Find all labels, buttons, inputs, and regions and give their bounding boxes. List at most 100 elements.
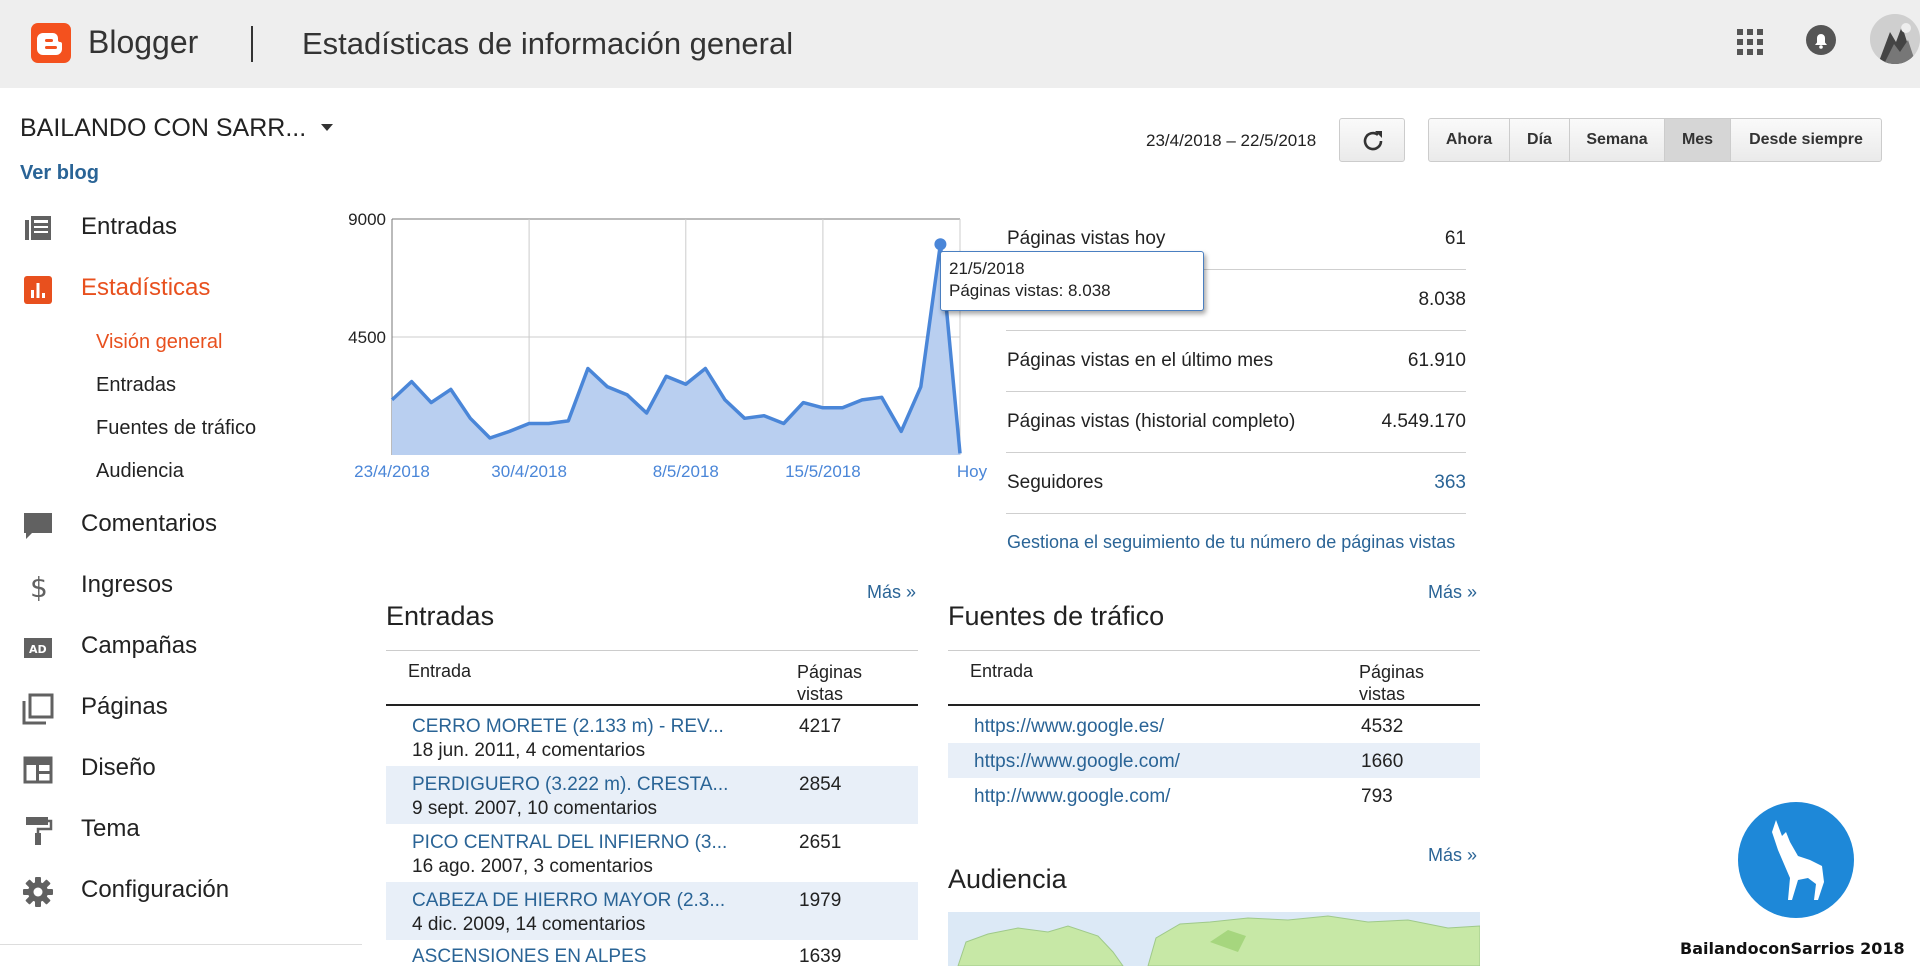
entry-meta: 9 sept. 2007, 10 comentarios	[412, 798, 658, 819]
stat-value: 61.910	[1407, 350, 1466, 371]
entry-title-link[interactable]: CERRO MORETE (2.133 m) - REV...	[412, 716, 724, 738]
sidebar-item-paginas[interactable]: Páginas	[0, 685, 360, 729]
subnav-entradas[interactable]: Entradas	[96, 374, 176, 397]
table-row: PICO CENTRAL DEL INFIERNO (3... 16 ago. …	[386, 824, 918, 882]
comments-icon	[24, 513, 52, 539]
entries-more-link[interactable]: Más »	[867, 582, 916, 603]
table-row: CABEZA DE HIERRO MAYOR (2.3... 4 dic. 20…	[386, 882, 918, 940]
sidebar-item-label: Campañas	[81, 632, 198, 659]
sidebar-item-estadisticas[interactable]: Estadísticas	[0, 266, 360, 310]
range-button-semana[interactable]: Semana	[1569, 118, 1665, 162]
sidebar-item-label: Tema	[81, 815, 140, 842]
sidebar-item-label: Páginas	[81, 693, 168, 720]
watermark-text: BailandoconSarrios 2018	[1680, 939, 1905, 958]
entry-meta: 16 ago. 2007, 3 comentarios	[412, 856, 653, 877]
stat-value: 61	[1444, 228, 1466, 249]
range-button-desde-siempre[interactable]: Desde siempre	[1730, 118, 1882, 162]
column-header-entry: Entrada	[408, 661, 472, 681]
sidebar-item-label: Estadísticas	[81, 274, 211, 301]
subnav-audiencia[interactable]: Audiencia	[96, 460, 184, 483]
entry-views: 2854	[799, 774, 842, 795]
traffic-source-link[interactable]: http://www.google.com/	[974, 786, 1170, 808]
range-button-ahora[interactable]: Ahora	[1428, 118, 1510, 162]
chart-x-tick-label: 30/4/2018	[491, 462, 567, 481]
audience-section-title: Audiencia	[948, 864, 1067, 894]
sidebar-item-configuracion[interactable]: Configuración	[0, 868, 360, 912]
range-button-dia[interactable]: Día	[1509, 118, 1570, 162]
blog-selector[interactable]: BAILANDO CON SARR...	[20, 114, 306, 143]
table-row: ASCENSIONES EN ALPES 1639	[386, 940, 918, 966]
svg-text:AD: AD	[29, 643, 47, 656]
view-blog-link[interactable]: Ver blog	[20, 162, 99, 185]
traffic-section-title: Fuentes de tráfico	[948, 601, 1165, 631]
manage-pageviews-link[interactable]: Gestiona el seguimiento de tu número de …	[1007, 532, 1455, 553]
refresh-button[interactable]	[1339, 118, 1405, 162]
traffic-source-link[interactable]: https://www.google.com/	[974, 751, 1180, 773]
column-header-views: Páginas vistas	[1359, 662, 1425, 704]
layout-icon	[23, 756, 53, 784]
posts-icon	[25, 216, 51, 240]
stat-value: 4.549.170	[1381, 411, 1466, 432]
sidebar-item-campanas[interactable]: AD Campañas	[0, 624, 360, 668]
traffic-source-link[interactable]: https://www.google.es/	[974, 716, 1164, 738]
entry-title-link[interactable]: ASCENSIONES EN ALPES	[412, 946, 646, 966]
brand-name: Blogger	[88, 24, 199, 60]
date-range-label: 23/4/2018 – 22/5/2018	[1146, 131, 1317, 150]
pageviews-chart[interactable]: 9000 4500 23/4/2018 30/4/2018 8/5/2018 15/5/2…	[340, 210, 990, 490]
sidebar-divider	[0, 944, 362, 945]
sidebar-item-label: Configuración	[81, 876, 230, 903]
apps-grid-icon[interactable]	[1735, 27, 1765, 57]
sidebar-item-tema[interactable]: Tema	[0, 807, 360, 851]
subnav-vision-general[interactable]: Visión general	[96, 331, 222, 354]
entry-views: 2651	[799, 832, 842, 853]
stat-last-month: Páginas vistas en el último mes 61.910	[1006, 332, 1466, 392]
traffic-table-header: Entrada Páginas vistas	[948, 650, 1480, 706]
sidebar-item-diseno[interactable]: Diseño	[0, 746, 360, 790]
chart-x-tick-label: 23/4/2018	[354, 462, 430, 481]
notifications-bell-icon[interactable]	[1805, 24, 1837, 56]
svg-text:$: $	[30, 571, 48, 603]
entry-meta: 18 jun. 2011, 4 comentarios	[412, 740, 646, 761]
entry-views: 1979	[799, 890, 842, 911]
stat-label: Páginas vistas en el último mes	[1007, 350, 1274, 371]
audience-more-link[interactable]: Más »	[1428, 845, 1477, 866]
table-row: https://www.google.com/ 1660	[948, 743, 1480, 778]
column-header-source: Entrada	[970, 661, 1034, 681]
followers-count-link[interactable]: 363	[1434, 472, 1466, 494]
sidebar-item-label: Ingresos	[81, 571, 174, 598]
sidebar-item-entradas[interactable]: Entradas	[0, 205, 360, 249]
page-title: Estadísticas de información general	[302, 26, 794, 61]
watermark-chamois-logo	[1738, 802, 1854, 918]
entries-table: Entrada Páginas vistas CERRO MORETE (2.1…	[386, 650, 918, 966]
entry-views: 4217	[799, 716, 842, 737]
range-button-mes[interactable]: Mes	[1664, 118, 1731, 162]
stat-value: 8.038	[1418, 289, 1466, 310]
chart-y-tick-label: 9000	[348, 210, 386, 229]
subnav-fuentes-trafico[interactable]: Fuentes de tráfico	[96, 417, 256, 440]
sidebar-item-label: Comentarios	[81, 510, 218, 537]
stats-icon	[24, 276, 52, 304]
stat-label: Páginas vistas hoy	[1007, 228, 1166, 249]
stat-label: Seguidores	[1007, 472, 1104, 493]
traffic-more-link[interactable]: Más »	[1428, 582, 1477, 603]
table-row: https://www.google.es/ 4532	[948, 708, 1480, 743]
blogger-logo-icon[interactable]	[31, 23, 71, 63]
chart-x-tick-label: 15/5/2018	[785, 462, 861, 481]
entry-title-link[interactable]: CABEZA DE HIERRO MAYOR (2.3...	[412, 890, 725, 912]
entries-table-header: Entrada Páginas vistas	[386, 650, 918, 706]
entry-title-link[interactable]: PERDIGUERO (3.222 m). CRESTA...	[412, 774, 728, 796]
user-avatar[interactable]	[1870, 14, 1920, 64]
traffic-views: 793	[1361, 786, 1393, 807]
traffic-table: Entrada Páginas vistas https://www.googl…	[948, 650, 1480, 820]
sidebar-item-ingresos[interactable]: $ Ingresos	[0, 563, 360, 607]
audience-world-map[interactable]	[948, 912, 1480, 966]
entry-views: 1639	[799, 946, 842, 966]
chart-x-tick-label: 8/5/2018	[653, 462, 719, 481]
chart-tooltip: 21/5/2018 Páginas vistas: 8.038	[940, 251, 1204, 311]
traffic-views: 1660	[1361, 751, 1404, 772]
sidebar-item-comentarios[interactable]: Comentarios	[0, 502, 360, 546]
chevron-down-icon[interactable]	[321, 124, 333, 131]
column-header-views: Páginas vistas	[797, 662, 863, 704]
stat-label: Páginas vistas (historial completo)	[1007, 411, 1296, 432]
entry-title-link[interactable]: PICO CENTRAL DEL INFIERNO (3...	[412, 832, 727, 854]
